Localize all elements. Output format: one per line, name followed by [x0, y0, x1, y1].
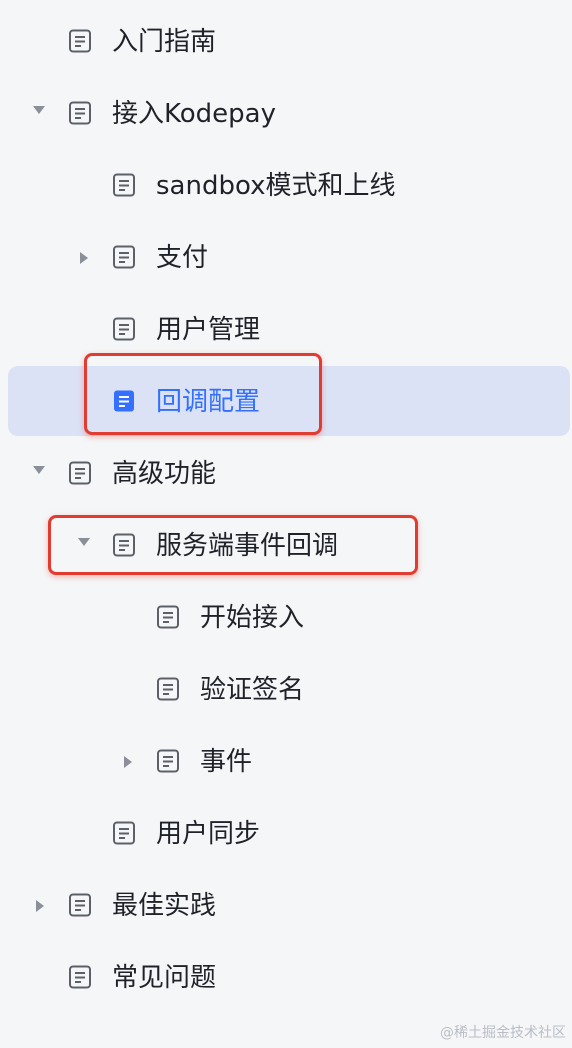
watermark: @稀土掘金技术社区 [440, 1025, 566, 1041]
tree-item-integrate-kodepay[interactable]: 接入Kodepay [0, 78, 572, 150]
caret-right-icon[interactable] [124, 756, 132, 768]
tree-item-sandbox[interactable]: sandbox模式和上线 [0, 150, 572, 222]
tree-item-label: sandbox模式和上线 [156, 171, 396, 201]
tree-item-advanced[interactable]: 高级功能 [0, 438, 572, 510]
tree-item-label: 支付 [156, 243, 209, 273]
tree-item-label: 事件 [200, 747, 253, 777]
caret-down-icon[interactable] [33, 466, 45, 474]
tree-item-events[interactable]: 事件 [0, 726, 572, 798]
caret-right-icon[interactable] [80, 252, 88, 264]
tree-item-verify-signature[interactable]: 验证签名 [0, 654, 572, 726]
doc-icon [156, 749, 180, 773]
tree-item-label: 入门指南 [112, 27, 217, 57]
doc-icon [156, 605, 180, 629]
tree-item-getting-started[interactable]: 入门指南 [0, 6, 572, 78]
tree-item-start-integration[interactable]: 开始接入 [0, 582, 572, 654]
doc-icon [112, 173, 136, 197]
tree-item-user-sync[interactable]: 用户同步 [0, 798, 572, 870]
annotation-box-server-event-callback [48, 515, 418, 575]
doc-icon [156, 677, 180, 701]
tree-item-best-practices[interactable]: 最佳实践 [0, 870, 572, 942]
doc-icon [68, 461, 92, 485]
doc-icon [112, 317, 136, 341]
tree-item-faq[interactable]: 常见问题 [0, 942, 572, 1014]
tree-item-label: 用户同步 [156, 819, 261, 849]
tree-item-label: 高级功能 [112, 459, 217, 489]
caret-right-icon[interactable] [36, 900, 44, 912]
tree-item-label: 最佳实践 [112, 891, 217, 921]
doc-icon [112, 245, 136, 269]
tree-item-label: 验证签名 [200, 675, 305, 705]
tree-item-label: 常见问题 [112, 963, 217, 993]
doc-icon [68, 965, 92, 989]
annotation-box-callback-config [84, 353, 322, 435]
tree-item-payment[interactable]: 支付 [0, 222, 572, 294]
tree-item-label: 开始接入 [200, 603, 305, 633]
caret-down-icon[interactable] [33, 106, 45, 114]
tree-item-label: 接入Kodepay [112, 99, 276, 129]
doc-icon [68, 29, 92, 53]
doc-icon [68, 893, 92, 917]
doc-icon [68, 101, 92, 125]
doc-icon [112, 821, 136, 845]
